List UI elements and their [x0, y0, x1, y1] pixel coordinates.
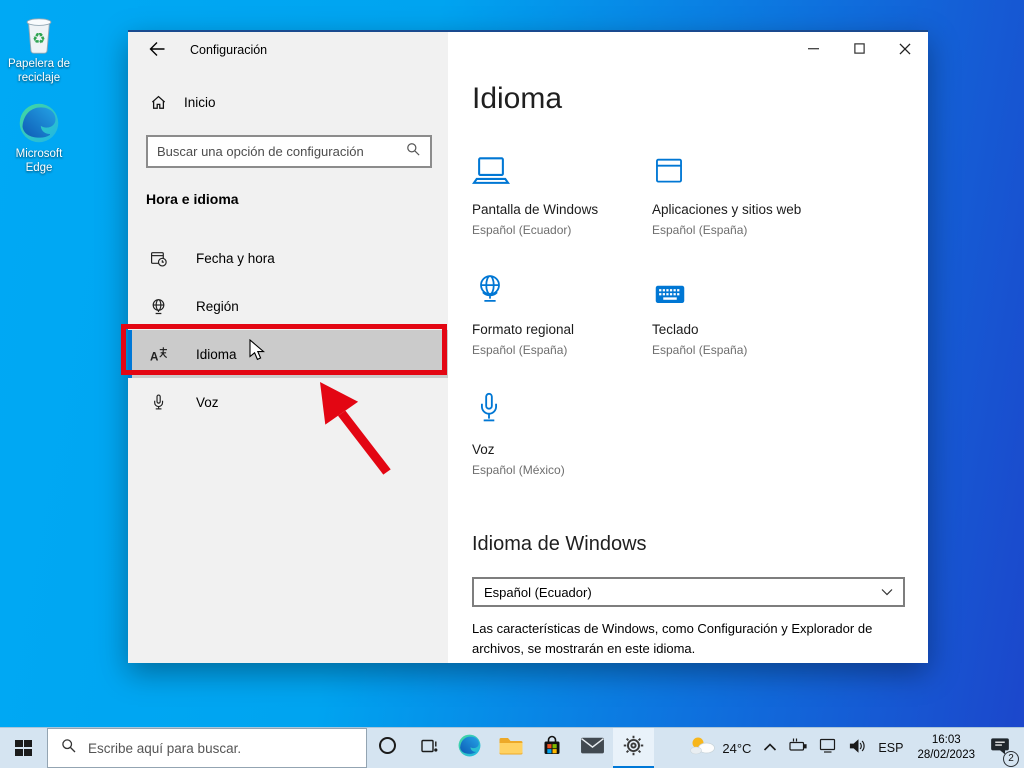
edge-taskbar-button[interactable]: [449, 728, 490, 768]
minimize-button[interactable]: [790, 32, 836, 65]
notification-count-badge: 2: [1003, 750, 1019, 767]
settings-gear-icon: [623, 735, 644, 761]
taskbar-search-input[interactable]: [88, 740, 353, 756]
windows-language-select[interactable]: Español (Ecuador): [472, 577, 905, 607]
clock-widget[interactable]: 16:03 28/02/2023: [909, 733, 983, 763]
desktop-icon-label: Papelera de reciclaje: [7, 58, 71, 84]
sidebar-item-label: Región: [196, 298, 239, 314]
keyboard-icon: [652, 272, 812, 308]
tile-aplicaciones-y-sitios-web[interactable]: Aplicaciones y sitios web Español (Españ…: [652, 152, 812, 272]
chevron-down-icon: [881, 588, 893, 596]
close-button[interactable]: [882, 32, 928, 65]
tile-label: Aplicaciones y sitios web: [652, 202, 802, 217]
cortana-icon: [378, 736, 397, 760]
window-controls: [790, 32, 928, 65]
windows-logo-icon: [15, 739, 32, 757]
section-heading: Hora e idioma: [146, 191, 239, 207]
windows-language-description: Las características de Windows, como Con…: [472, 621, 873, 656]
tile-label: Pantalla de Windows: [472, 202, 599, 217]
tile-voz[interactable]: Voz Español (México): [472, 392, 632, 512]
start-button[interactable]: [0, 728, 47, 768]
input-language-indicator[interactable]: ESP: [872, 741, 909, 755]
annotation-highlight-box: [121, 324, 447, 375]
task-view-icon: [420, 737, 438, 760]
search-icon: [406, 142, 421, 162]
selected-language-value: Español (Ecuador): [484, 584, 592, 600]
recycle-bin-icon: ♻: [3, 13, 75, 55]
volume-status[interactable]: [843, 738, 872, 759]
page-title: Idioma: [472, 82, 563, 115]
desk-globe-icon: [150, 298, 168, 315]
window-title: Configuración: [190, 43, 268, 57]
annotation-arrow-icon: [312, 372, 404, 489]
sidebar-item-region[interactable]: Región: [128, 282, 448, 330]
time-label: 16:03: [931, 734, 961, 747]
desktop-icon-label: Microsoft Edge: [15, 148, 63, 174]
browser-window-icon: [652, 152, 812, 188]
calendar-clock-icon: [150, 250, 168, 267]
file-explorer-icon: [498, 735, 524, 761]
settings-search-input[interactable]: [157, 144, 406, 159]
network-icon: [819, 737, 837, 759]
temperature-label: 24°C: [722, 740, 752, 756]
edge-desktop-icon[interactable]: Microsoft Edge: [3, 101, 75, 175]
tile-label: Formato regional: [472, 322, 575, 337]
store-button[interactable]: [531, 728, 572, 768]
search-icon: [61, 738, 77, 759]
windows-language-heading: Idioma de Windows: [472, 533, 647, 555]
microphone-icon: [150, 393, 168, 411]
sidebar-item-label: Voz: [196, 394, 219, 410]
desk-globe-icon: [472, 272, 632, 308]
battery-status[interactable]: [783, 737, 813, 759]
sidebar-item-home[interactable]: Inicio: [150, 94, 216, 111]
maximize-button[interactable]: [836, 32, 882, 65]
tile-pantalla-de-windows[interactable]: Pantalla de Windows Español (Ecuador): [472, 152, 632, 272]
tile-value: Español (España): [472, 343, 568, 358]
tile-value: Español (México): [472, 463, 565, 478]
input-language-label: ESP: [878, 741, 904, 755]
mouse-cursor-icon: [249, 338, 266, 366]
file-explorer-button[interactable]: [490, 728, 531, 768]
edge-icon: [3, 101, 75, 145]
edge-icon: [457, 733, 482, 763]
sidebar-item-label: Fecha y hora: [196, 250, 275, 266]
settings-search-box[interactable]: [146, 135, 432, 168]
weather-widget[interactable]: 24°C: [682, 735, 757, 761]
chevron-up-icon: [763, 739, 777, 757]
notification-center-button[interactable]: 2: [983, 736, 1021, 767]
network-status[interactable]: [813, 737, 843, 759]
microphone-icon: [472, 392, 632, 428]
recycle-bin-desktop-icon[interactable]: ♻ Papelera de reciclaje: [3, 13, 75, 85]
tray-overflow-button[interactable]: [757, 739, 783, 757]
language-tiles: Pantalla de Windows Español (Ecuador) Ap…: [472, 152, 842, 512]
task-view-button[interactable]: [408, 728, 449, 768]
mail-button[interactable]: [572, 728, 613, 768]
svg-text:♻: ♻: [32, 31, 46, 48]
taskbar-search-box[interactable]: [47, 728, 367, 768]
speaker-icon: [849, 738, 866, 759]
laptop-icon: [472, 152, 632, 188]
tile-value: Español (España): [652, 343, 748, 358]
mail-icon: [580, 736, 605, 760]
settings-taskbar-button[interactable]: [613, 728, 654, 768]
tile-formato-regional[interactable]: Formato regional Español (España): [472, 272, 632, 392]
store-icon: [541, 734, 563, 762]
tile-label: Teclado: [652, 322, 699, 337]
tile-teclado[interactable]: Teclado Español (España): [652, 272, 812, 392]
sidebar-item-fecha-y-hora[interactable]: Fecha y hora: [128, 234, 448, 282]
tile-value: Español (Ecuador): [472, 223, 572, 238]
system-tray: 24°C ESP 16:03 28/02/2023 2: [682, 728, 1024, 768]
back-button[interactable]: [148, 40, 166, 58]
date-label: 28/02/2023: [917, 749, 975, 761]
tile-label: Voz: [472, 442, 495, 457]
taskbar: 24°C: [0, 727, 1024, 768]
home-icon: [150, 94, 168, 111]
tile-value: Español (España): [652, 223, 748, 238]
cortana-button[interactable]: [367, 728, 408, 768]
settings-main-panel: Idioma Pantalla de Windows Español (Ecua…: [448, 32, 928, 663]
home-label: Inicio: [184, 95, 216, 110]
desktop-background: ♻ Papelera de reciclaje Microsoft Edge C…: [0, 0, 1024, 768]
battery-plug-icon: [789, 737, 808, 759]
weather-sun-cloud-icon: [688, 735, 716, 761]
